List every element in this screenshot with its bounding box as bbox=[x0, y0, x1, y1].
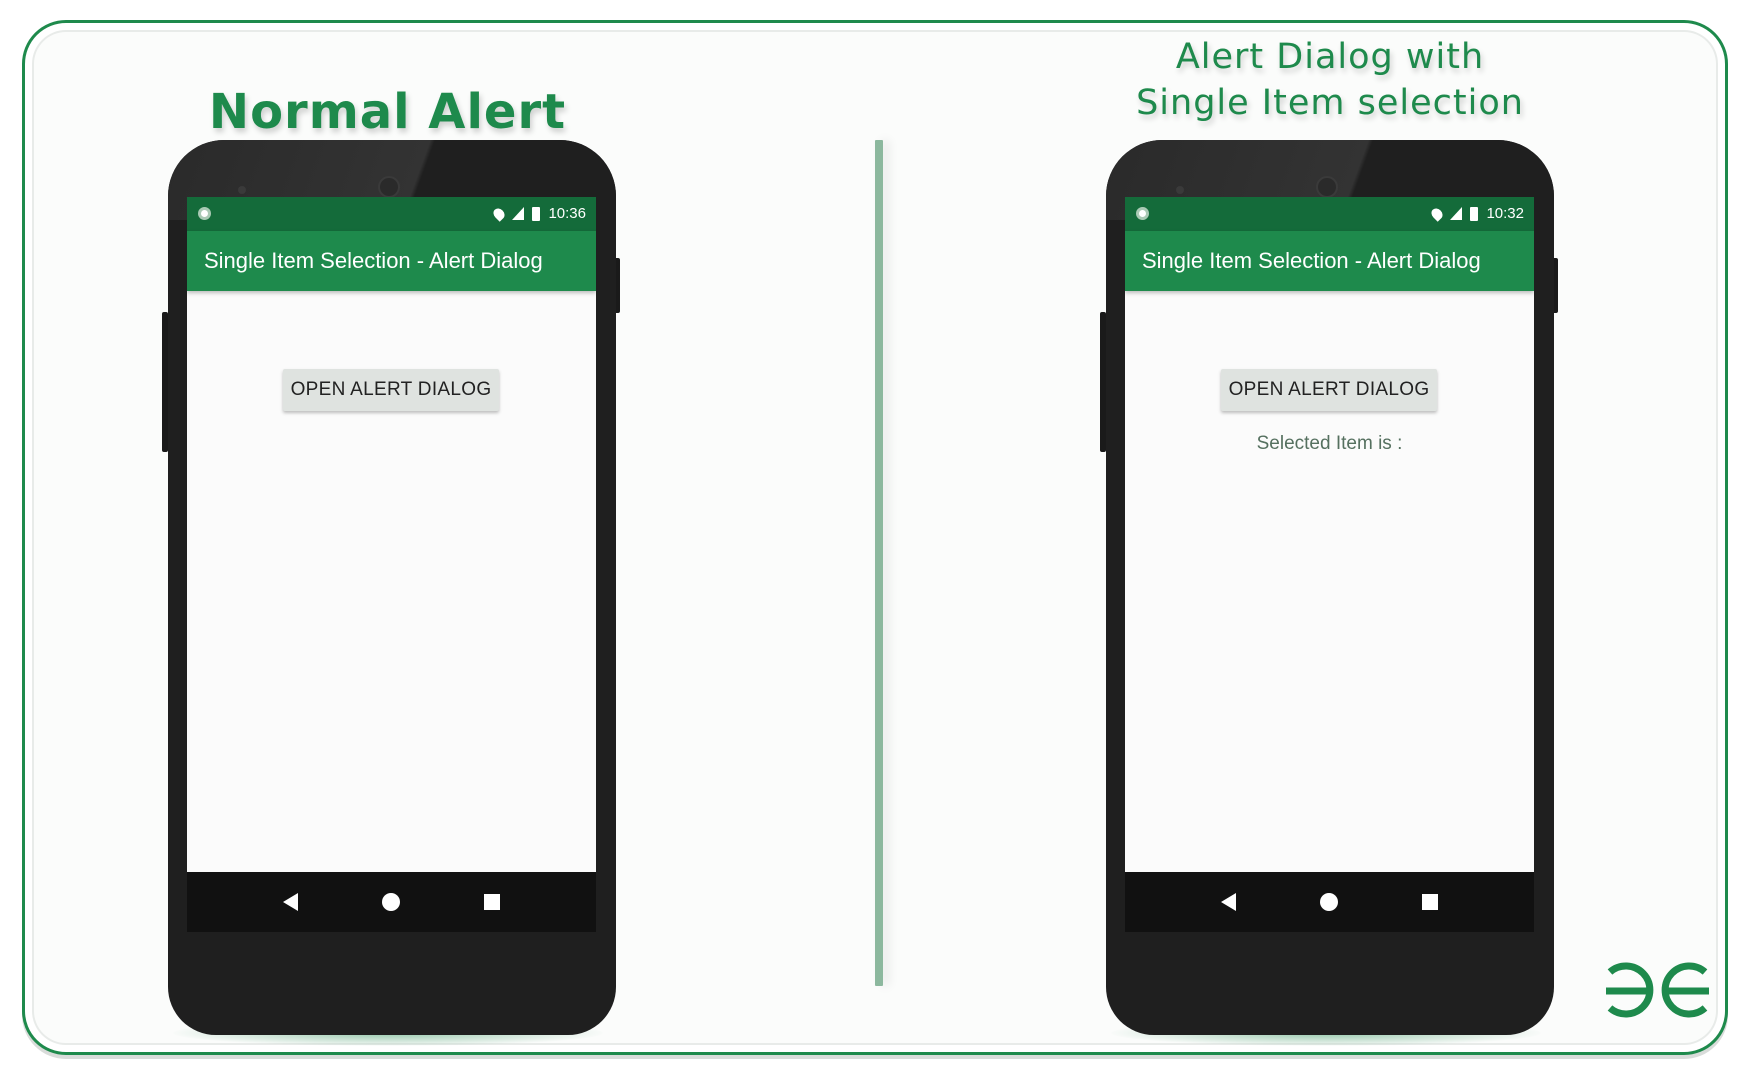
front-camera bbox=[1316, 176, 1338, 198]
app-bar-title: Single Item Selection - Alert Dialog bbox=[1125, 231, 1534, 291]
recents-icon[interactable] bbox=[1422, 894, 1438, 910]
status-icons: 10:36 bbox=[491, 205, 586, 222]
open-alert-dialog-button[interactable]: OPEN ALERT DIALOG bbox=[1221, 369, 1437, 411]
gfg-logo-icon bbox=[1606, 962, 1709, 1018]
phone-screen: 10:32 Single Item Selection - Alert Dial… bbox=[1125, 197, 1534, 932]
right-heading: Alert Dialog with Single Item selection bbox=[1100, 34, 1560, 126]
status-icons: 10:32 bbox=[1429, 205, 1524, 222]
open-alert-dialog-button[interactable]: OPEN ALERT DIALOG bbox=[283, 369, 499, 411]
battery-icon bbox=[532, 206, 541, 221]
battery-icon bbox=[1470, 206, 1479, 221]
app-content: OPEN ALERT DIALOG bbox=[187, 291, 596, 872]
nav-bar bbox=[1125, 872, 1534, 932]
phone-screen: 10:36 Single Item Selection - Alert Dial… bbox=[187, 197, 596, 932]
center-divider bbox=[875, 140, 883, 986]
nav-bar bbox=[187, 872, 596, 932]
recents-icon[interactable] bbox=[484, 894, 500, 910]
location-icon bbox=[1429, 205, 1446, 222]
phone-right: 10:32 Single Item Selection - Alert Dial… bbox=[1106, 140, 1554, 1035]
app-bar-title: Single Item Selection - Alert Dialog bbox=[187, 231, 596, 291]
notification-dot-icon bbox=[198, 207, 211, 220]
back-icon[interactable] bbox=[1221, 893, 1236, 911]
speaker bbox=[238, 186, 246, 194]
status-bar: 10:32 bbox=[1125, 197, 1534, 231]
notification-dot-icon bbox=[1136, 207, 1149, 220]
location-icon bbox=[491, 205, 508, 222]
home-icon[interactable] bbox=[1320, 893, 1338, 911]
back-icon[interactable] bbox=[283, 893, 298, 911]
speaker bbox=[1176, 186, 1184, 194]
right-heading-line2: Single Item selection bbox=[1136, 83, 1524, 123]
signal-icon bbox=[1450, 207, 1463, 220]
signal-icon bbox=[512, 207, 525, 220]
status-bar: 10:36 bbox=[187, 197, 596, 231]
phone-left: 10:36 Single Item Selection - Alert Dial… bbox=[168, 140, 616, 1035]
app-content: OPEN ALERT DIALOG Selected Item is : bbox=[1125, 291, 1534, 872]
selected-item-label: Selected Item is : bbox=[1256, 433, 1403, 454]
status-time: 10:36 bbox=[548, 205, 586, 222]
right-heading-line1: Alert Dialog with bbox=[1175, 37, 1485, 77]
front-camera bbox=[378, 176, 400, 198]
home-icon[interactable] bbox=[382, 893, 400, 911]
status-time: 10:32 bbox=[1486, 205, 1524, 222]
